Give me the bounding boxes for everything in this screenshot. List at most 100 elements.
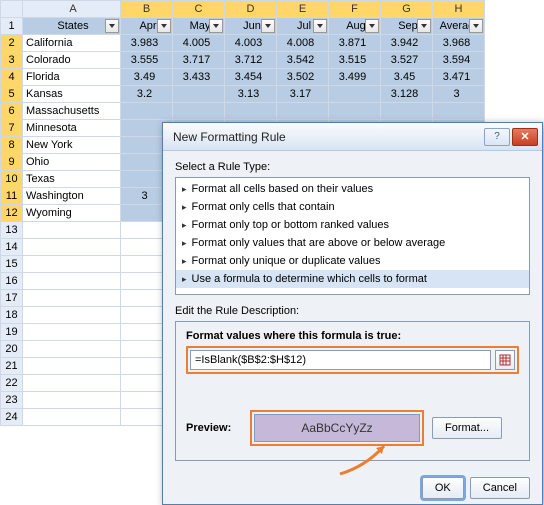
col-header-e[interactable]: E — [277, 1, 329, 18]
row-header[interactable]: 15 — [1, 256, 23, 273]
cell-header-apr[interactable]: Apr — [121, 18, 173, 35]
row-header[interactable]: 17 — [1, 290, 23, 307]
cell[interactable] — [173, 103, 225, 120]
cell[interactable]: 3.471 — [433, 69, 485, 86]
formula-input[interactable] — [190, 350, 491, 370]
help-button[interactable]: ? — [484, 128, 510, 146]
cell-state[interactable]: California — [23, 35, 121, 52]
row-header[interactable]: 5 — [1, 86, 23, 103]
select-all-corner[interactable] — [1, 1, 23, 18]
rule-item[interactable]: Format only values that are above or bel… — [176, 234, 529, 252]
cell[interactable] — [433, 103, 485, 120]
cell-header-jun[interactable]: Jun — [225, 18, 277, 35]
cancel-button[interactable]: Cancel — [470, 477, 530, 499]
cell-header-states[interactable]: States — [23, 18, 121, 35]
format-button[interactable]: Format... — [432, 417, 502, 439]
cell[interactable]: 3.433 — [173, 69, 225, 86]
cell-state[interactable]: Ohio — [23, 154, 121, 171]
cell-header-avg[interactable]: Average — [433, 18, 485, 35]
filter-button[interactable] — [365, 19, 379, 33]
cell[interactable] — [23, 290, 121, 307]
filter-button[interactable] — [157, 19, 171, 33]
cell[interactable]: 3.717 — [173, 52, 225, 69]
col-header-c[interactable]: C — [173, 1, 225, 18]
row-header[interactable]: 20 — [1, 341, 23, 358]
row-header[interactable]: 16 — [1, 273, 23, 290]
row-header[interactable]: 6 — [1, 103, 23, 120]
cell-header-jul[interactable]: Jul — [277, 18, 329, 35]
row-header[interactable]: 19 — [1, 324, 23, 341]
cell[interactable]: 3.499 — [329, 69, 381, 86]
filter-button[interactable] — [313, 19, 327, 33]
cell[interactable] — [23, 324, 121, 341]
cell[interactable]: 3.515 — [329, 52, 381, 69]
cell-state[interactable]: Colorado — [23, 52, 121, 69]
filter-button[interactable] — [469, 19, 483, 33]
cell[interactable] — [23, 222, 121, 239]
cell[interactable] — [23, 358, 121, 375]
cell[interactable]: 3.542 — [277, 52, 329, 69]
rule-item[interactable]: Format only top or bottom ranked values — [176, 216, 529, 234]
cell[interactable] — [225, 103, 277, 120]
rule-item[interactable]: Format only unique or duplicate values — [176, 252, 529, 270]
cell[interactable]: 4.003 — [225, 35, 277, 52]
col-header-g[interactable]: G — [381, 1, 433, 18]
ok-button[interactable]: OK — [422, 477, 464, 499]
dialog-titlebar[interactable]: New Formatting Rule ? ✕ — [163, 123, 542, 151]
cell[interactable]: 3.594 — [433, 52, 485, 69]
cell[interactable] — [23, 307, 121, 324]
row-header[interactable]: 24 — [1, 409, 23, 426]
cell-state[interactable]: Texas — [23, 171, 121, 188]
cell[interactable] — [277, 103, 329, 120]
filter-button[interactable] — [209, 19, 223, 33]
col-header-f[interactable]: F — [329, 1, 381, 18]
cell[interactable]: 3.13 — [225, 86, 277, 103]
cell[interactable]: 3 — [433, 86, 485, 103]
cell[interactable] — [23, 409, 121, 426]
cell[interactable] — [329, 86, 381, 103]
cell[interactable]: 3.942 — [381, 35, 433, 52]
cell[interactable]: 3.555 — [121, 52, 173, 69]
cell[interactable]: 3.454 — [225, 69, 277, 86]
col-header-a[interactable]: A — [23, 1, 121, 18]
close-button[interactable]: ✕ — [512, 128, 538, 146]
filter-button[interactable] — [105, 19, 119, 33]
cell[interactable]: 3.2 — [121, 86, 173, 103]
row-header[interactable]: 21 — [1, 358, 23, 375]
filter-button[interactable] — [261, 19, 275, 33]
range-selector-button[interactable] — [495, 350, 515, 370]
col-header-d[interactable]: D — [225, 1, 277, 18]
cell[interactable] — [23, 341, 121, 358]
cell[interactable] — [121, 103, 173, 120]
cell-state[interactable]: Florida — [23, 69, 121, 86]
cell[interactable]: 3.983 — [121, 35, 173, 52]
col-header-b[interactable]: B — [121, 1, 173, 18]
row-header[interactable]: 7 — [1, 120, 23, 137]
row-header[interactable]: 1 — [1, 18, 23, 35]
cell[interactable] — [329, 103, 381, 120]
row-header[interactable]: 13 — [1, 222, 23, 239]
cell-state[interactable]: Massachusetts — [23, 103, 121, 120]
cell-header-sep[interactable]: Sep — [381, 18, 433, 35]
cell-state[interactable]: Kansas — [23, 86, 121, 103]
row-header[interactable]: 23 — [1, 392, 23, 409]
cell-state[interactable]: New York — [23, 137, 121, 154]
row-header[interactable]: 2 — [1, 35, 23, 52]
row-header[interactable]: 14 — [1, 239, 23, 256]
row-header[interactable]: 11 — [1, 188, 23, 205]
cell[interactable]: 4.008 — [277, 35, 329, 52]
cell[interactable] — [23, 256, 121, 273]
cell[interactable] — [23, 392, 121, 409]
rule-item[interactable]: Format only cells that contain — [176, 198, 529, 216]
cell-header-may[interactable]: May — [173, 18, 225, 35]
cell[interactable]: 3.45 — [381, 69, 433, 86]
cell-state[interactable]: Washington — [23, 188, 121, 205]
cell[interactable] — [381, 103, 433, 120]
cell-header-aug[interactable]: Aug — [329, 18, 381, 35]
col-header-h[interactable]: H — [433, 1, 485, 18]
cell[interactable]: 3.968 — [433, 35, 485, 52]
cell[interactable]: 3.128 — [381, 86, 433, 103]
cell-state[interactable]: Minnesota — [23, 120, 121, 137]
cell[interactable]: 3.49 — [121, 69, 173, 86]
row-header[interactable]: 8 — [1, 137, 23, 154]
